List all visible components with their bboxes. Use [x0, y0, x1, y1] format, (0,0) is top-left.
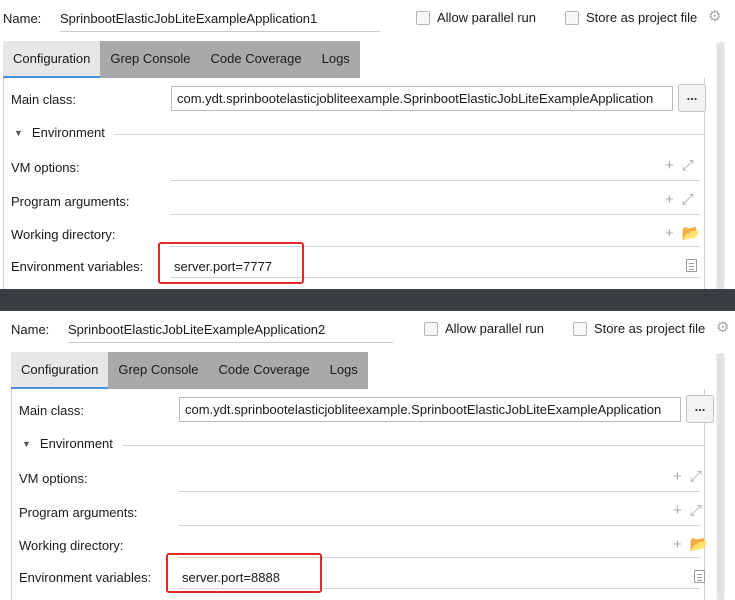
scrollbar[interactable] [716, 42, 725, 289]
working-directory-icons: + 📂 [673, 535, 709, 554]
name-label: Name: [3, 11, 42, 26]
plus-icon[interactable]: + [673, 502, 682, 519]
plus-icon[interactable]: + [665, 157, 674, 174]
checkbox-box[interactable] [573, 321, 587, 336]
environment-section-header[interactable]: ▼ Environment [14, 125, 105, 140]
tab-strip: Configuration Grep Console Code Coverage… [11, 352, 368, 389]
vm-options-label: VM options: [11, 160, 80, 175]
program-arguments-input[interactable] [170, 214, 700, 215]
checkbox-box[interactable] [565, 10, 579, 25]
triangle-down-icon: ▼ [14, 127, 23, 138]
vm-options-input[interactable] [170, 180, 700, 181]
main-class-input[interactable]: com.ydt.sprinbootelasticjobliteexample.S… [179, 397, 681, 422]
working-directory-label: Working directory: [19, 538, 124, 553]
main-class-label: Main class: [11, 92, 77, 107]
tab-grep-console[interactable]: Grep Console [108, 352, 208, 389]
program-arguments-icons: + ⤢ [665, 191, 694, 208]
tab-logs[interactable]: Logs [320, 352, 368, 389]
expand-icon[interactable]: ⤢ [690, 468, 702, 485]
divider [122, 445, 706, 446]
expand-icon[interactable]: ⤢ [690, 502, 702, 519]
plus-icon[interactable]: + [673, 536, 682, 553]
allow-parallel-run-label: Allow parallel run [445, 321, 544, 336]
plus-icon[interactable]: + [665, 191, 674, 208]
name-label: Name: [11, 322, 50, 337]
tab-configuration[interactable]: Configuration [11, 352, 109, 389]
allow-parallel-run-checkbox[interactable]: Allow parallel run [424, 321, 544, 336]
program-arguments-label: Program arguments: [19, 505, 138, 520]
checkbox-box[interactable] [424, 321, 438, 336]
run-config-panel-2: Name: SprinbootElasticJobLiteExampleAppl… [0, 311, 735, 600]
panel-content: Name: SprinbootElasticJobLiteExampleAppl… [0, 0, 735, 289]
store-as-project-file-label: Store as project file [586, 10, 698, 25]
tab-code-coverage[interactable]: Code Coverage [209, 352, 320, 389]
tab-code-coverage[interactable]: Code Coverage [201, 41, 312, 78]
environment-header-label: Environment [39, 436, 113, 451]
document-icon[interactable] [686, 259, 697, 272]
tab-strip: Configuration Grep Console Code Coverage… [3, 41, 360, 78]
gear-icon[interactable]: ⚙ [708, 9, 724, 25]
gear-icon[interactable]: ⚙ [716, 320, 732, 336]
plus-icon[interactable]: + [665, 225, 674, 242]
name-input[interactable]: SprinbootElasticJobLiteExampleApplicatio… [68, 319, 393, 343]
tab-grep-console[interactable]: Grep Console [100, 41, 200, 78]
store-as-project-file-checkbox[interactable]: Store as project file [565, 10, 697, 25]
environment-section-header[interactable]: ▼ Environment [22, 436, 113, 451]
panel-content: Name: SprinbootElasticJobLiteExampleAppl… [8, 311, 735, 600]
main-class-label: Main class: [19, 403, 85, 418]
store-as-project-file-label: Store as project file [594, 321, 706, 336]
tab-logs[interactable]: Logs [312, 41, 360, 78]
folder-icon[interactable]: 📂 [690, 535, 709, 553]
program-arguments-input[interactable] [178, 525, 700, 526]
triangle-down-icon: ▼ [22, 438, 31, 449]
main-class-input[interactable]: com.ydt.sprinbootelasticjobliteexample.S… [171, 86, 673, 111]
vm-options-label: VM options: [19, 471, 88, 486]
allow-parallel-run-checkbox[interactable]: Allow parallel run [416, 10, 536, 25]
environment-variables-label: Environment variables: [11, 259, 144, 274]
browse-button[interactable]: ... [678, 84, 706, 112]
store-as-project-file-checkbox[interactable]: Store as project file [573, 321, 705, 336]
environment-variables-label: Environment variables: [19, 570, 152, 585]
vm-options-icons: + ⤢ [665, 157, 694, 174]
expand-icon[interactable]: ⤢ [682, 191, 694, 208]
configuration-content: Main class: com.ydt.sprinbootelasticjobl… [11, 389, 714, 600]
expand-icon[interactable]: ⤢ [682, 157, 694, 174]
highlight-box [166, 553, 322, 593]
checkbox-box[interactable] [416, 10, 430, 25]
scrollbar-thumb[interactable] [717, 353, 724, 600]
browse-button[interactable]: ... [686, 395, 714, 423]
program-arguments-icons: + ⤢ [673, 502, 702, 519]
folder-icon[interactable]: 📂 [682, 224, 701, 242]
working-directory-icons: + 📂 [665, 224, 701, 243]
program-arguments-label: Program arguments: [11, 194, 130, 209]
document-icon[interactable] [694, 570, 705, 583]
allow-parallel-run-label: Allow parallel run [437, 10, 536, 25]
scrollbar-thumb[interactable] [717, 42, 724, 289]
tab-configuration[interactable]: Configuration [3, 41, 101, 78]
plus-icon[interactable]: + [673, 468, 682, 485]
vm-options-icons: + ⤢ [673, 468, 702, 485]
highlight-box [158, 242, 304, 284]
configuration-content: Main class: com.ydt.sprinbootelasticjobl… [3, 78, 706, 289]
working-directory-label: Working directory: [11, 227, 116, 242]
scrollbar[interactable] [716, 353, 725, 600]
environment-header-label: Environment [31, 125, 105, 140]
name-input[interactable]: SprinbootElasticJobLiteExampleApplicatio… [60, 8, 380, 32]
divider [114, 134, 706, 135]
run-config-panel-1: Name: SprinbootElasticJobLiteExampleAppl… [0, 0, 735, 289]
separator-bar [0, 289, 735, 311]
vm-options-input[interactable] [178, 491, 700, 492]
